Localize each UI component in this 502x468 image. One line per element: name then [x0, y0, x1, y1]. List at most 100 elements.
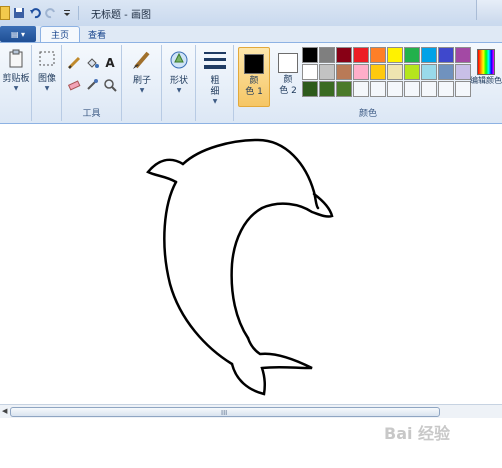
separator — [78, 6, 79, 20]
scroll-grip: III — [221, 409, 228, 417]
palette-color-swatch[interactable] — [302, 64, 318, 80]
magnifier-icon[interactable] — [102, 77, 118, 93]
palette-color-swatch[interactable] — [438, 64, 454, 80]
color-2-button[interactable]: 颜 色 2 — [272, 47, 304, 107]
palette-color-swatch[interactable] — [404, 81, 420, 97]
clipboard-label: 剪贴板 — [2, 74, 30, 84]
palette-color-swatch[interactable] — [336, 64, 352, 80]
edit-colors-label: 编辑颜色 — [470, 76, 502, 85]
scroll-left-arrow[interactable]: ◀ — [2, 407, 10, 417]
palette-color-swatch[interactable] — [387, 64, 403, 80]
chevron-down-icon: ▼ — [176, 87, 182, 94]
undo-icon[interactable] — [28, 6, 42, 20]
clipboard-group: 剪贴板 ▼ — [0, 45, 32, 121]
watermark-text: Bai 经验 — [384, 424, 451, 443]
pencil-icon[interactable] — [66, 55, 82, 71]
brush-icon — [133, 51, 150, 69]
color-2-label-line1: 颜 — [283, 75, 293, 85]
palette-color-swatch[interactable] — [302, 81, 318, 97]
dolphin-snout — [230, 192, 334, 340]
dolphin-dorsal-fin — [146, 158, 185, 184]
dolphin-belly — [163, 180, 234, 366]
colors-group-label: 颜色 — [358, 109, 377, 119]
color-2-label-line2: 色 2 — [279, 86, 297, 96]
palette-color-swatch[interactable] — [455, 47, 471, 63]
app-icon[interactable] — [0, 6, 10, 20]
line-width-icon — [204, 52, 226, 69]
tools-group-label: 工具 — [82, 109, 101, 119]
brushes-button[interactable]: 刷子 ▼ — [126, 49, 158, 94]
tab-view[interactable]: 查看 — [78, 26, 116, 42]
save-icon[interactable] — [12, 6, 26, 20]
size-group: 粗 细 ▼ — [196, 45, 234, 121]
shapes-button[interactable]: 形状 ▼ — [164, 49, 194, 94]
palette-color-swatch[interactable] — [404, 64, 420, 80]
color-picker-icon[interactable] — [84, 77, 100, 93]
size-label-line2: 细 — [210, 87, 220, 97]
palette-color-swatch[interactable] — [353, 47, 369, 63]
palette-color-swatch[interactable] — [370, 81, 386, 97]
ribbon-tabs: ▤ ▾ 主页 查看 — [0, 26, 502, 42]
dolphin-outline — [181, 138, 320, 210]
palette-color-swatch[interactable] — [387, 47, 403, 63]
color-1-label-line1: 颜 — [249, 76, 259, 86]
clipboard-button[interactable]: 剪贴板 ▼ — [2, 49, 30, 92]
palette-color-swatch[interactable] — [353, 81, 369, 97]
size-button[interactable]: 粗 细 ▼ — [199, 49, 231, 105]
ribbon: 剪贴板 ▼ 图像 ▼ A 工具 刷子 ▼ 形状 ▼ 粗 细 ▼ 颜 色 1 颜 … — [0, 42, 502, 124]
color-palette — [302, 47, 471, 97]
palette-color-swatch[interactable] — [421, 81, 437, 97]
palette-color-swatch[interactable] — [455, 64, 471, 80]
palette-color-swatch[interactable] — [319, 81, 335, 97]
shapes-label: 形状 — [169, 76, 188, 86]
redo-icon[interactable] — [44, 6, 58, 20]
customize-quick-access-icon[interactable] — [60, 6, 74, 20]
palette-color-swatch[interactable] — [438, 81, 454, 97]
color-1-button[interactable]: 颜 色 1 — [238, 47, 270, 107]
scroll-thumb[interactable]: III — [10, 407, 440, 417]
palette-color-swatch[interactable] — [370, 47, 386, 63]
palette-color-swatch[interactable] — [421, 64, 437, 80]
shapes-icon — [170, 51, 188, 69]
color-2-swatch — [278, 53, 298, 73]
edit-colors-button[interactable]: 编辑颜色 — [470, 47, 502, 117]
tab-home[interactable]: 主页 — [40, 26, 81, 42]
text-tool-icon[interactable]: A — [102, 55, 118, 71]
palette-color-swatch[interactable] — [353, 64, 369, 80]
chevron-down-icon: ▼ — [212, 98, 218, 105]
tools-group: A 工具 — [62, 45, 122, 121]
color-1-label-line2: 色 1 — [245, 87, 263, 97]
minimize-button[interactable] — [476, 0, 502, 20]
window-controls — [476, 0, 502, 20]
title-bar: 无标题 - 画图 — [0, 0, 502, 26]
palette-color-swatch[interactable] — [438, 47, 454, 63]
palette-color-swatch[interactable] — [319, 47, 335, 63]
color-1-swatch — [244, 54, 264, 74]
palette-color-swatch[interactable] — [319, 64, 335, 80]
eraser-icon[interactable] — [66, 77, 82, 93]
horizontal-scrollbar[interactable]: ◀ III — [0, 404, 502, 418]
palette-color-swatch[interactable] — [370, 64, 386, 80]
dolphin-tail — [230, 336, 313, 396]
dolphin-drawing — [146, 138, 334, 396]
drawing-canvas[interactable] — [0, 124, 502, 404]
palette-color-swatch[interactable] — [336, 81, 352, 97]
fill-bucket-icon[interactable] — [84, 55, 100, 71]
palette-color-swatch[interactable] — [336, 47, 352, 63]
image-label: 图像 — [37, 74, 56, 84]
edit-colors-icon — [477, 49, 495, 75]
image-button[interactable]: 图像 ▼ — [33, 49, 61, 92]
brushes-group: 刷子 ▼ — [122, 45, 162, 121]
shapes-group: 形状 ▼ — [162, 45, 196, 121]
palette-color-swatch[interactable] — [302, 47, 318, 63]
file-menu-button[interactable]: ▤ ▾ — [0, 26, 36, 42]
image-group: 图像 ▼ — [32, 45, 62, 121]
brushes-label: 刷子 — [132, 76, 151, 86]
palette-color-swatch[interactable] — [455, 81, 471, 97]
palette-color-swatch[interactable] — [387, 81, 403, 97]
palette-color-swatch[interactable] — [421, 47, 437, 63]
palette-color-swatch[interactable] — [404, 47, 420, 63]
clipboard-icon — [9, 49, 23, 68]
chevron-down-icon: ▼ — [44, 85, 50, 92]
image-select-icon — [39, 51, 55, 66]
